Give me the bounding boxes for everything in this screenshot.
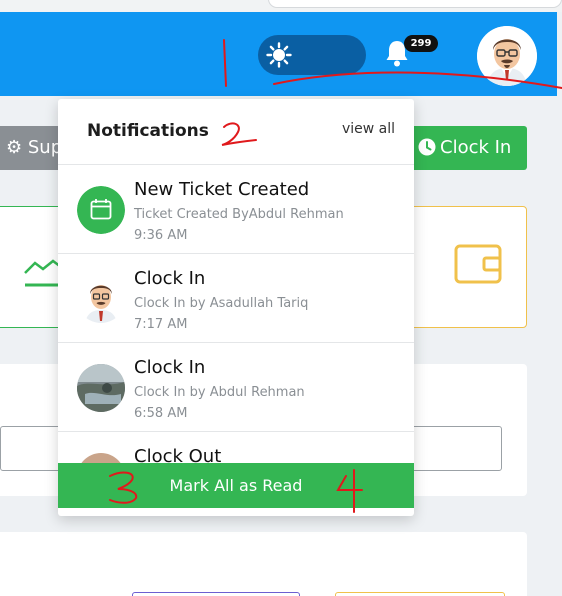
clock-in-button[interactable]: Clock In (410, 126, 527, 170)
notification-title: Clock In (134, 268, 206, 289)
mark-all-read-button[interactable]: Mark All as Read (58, 463, 414, 508)
notification-item[interactable]: Clock In Clock In by Asadullah Tariq 7:1… (58, 254, 414, 343)
sun-icon (266, 42, 292, 68)
chart-line-icon (24, 259, 62, 287)
app-header: 299 (0, 12, 557, 96)
notification-time: 7:17 AM (134, 317, 188, 332)
notification-item[interactable]: New Ticket Created Ticket Created ByAbdu… (58, 165, 414, 254)
summary-box-yellow (335, 592, 505, 596)
notification-title: Clock In (134, 357, 206, 378)
calendar-icon (77, 186, 125, 234)
notification-time: 6:58 AM (134, 406, 188, 421)
user-avatar-icon (477, 26, 537, 86)
view-all-link[interactable]: view all (342, 121, 395, 137)
notifications-title: Notifications (87, 121, 209, 141)
clock-icon (418, 138, 436, 156)
browser-toolbar (0, 0, 562, 12)
user-avatar[interactable] (477, 26, 537, 86)
content-card-bottom (0, 532, 527, 596)
notification-subtitle: Ticket Created ByAbdul Rehman (134, 207, 344, 222)
notifications-header: Notifications view all (58, 99, 414, 165)
notification-count-badge: 299 (404, 35, 438, 52)
browser-extensions-area (268, 0, 562, 8)
gear-icon: ⚙ (6, 137, 23, 158)
wallet-icon (454, 244, 502, 284)
notification-title: New Ticket Created (134, 179, 310, 200)
avatar-icon (77, 275, 125, 323)
summary-box-purple (132, 592, 300, 596)
notification-subtitle: Clock In by Asadullah Tariq (134, 296, 309, 311)
theme-toggle[interactable] (258, 35, 366, 75)
clock-in-label: Clock In (440, 137, 512, 158)
notification-subtitle: Clock In by Abdul Rehman (134, 385, 305, 400)
avatar-photo-icon (77, 364, 125, 412)
notifications-dropdown: Notifications view all New Ticket Create… (58, 99, 414, 516)
stats-card-yellow (400, 206, 527, 328)
notification-item[interactable]: Clock In Clock In by Abdul Rehman 6:58 A… (58, 343, 414, 432)
notification-time: 9:36 AM (134, 228, 188, 243)
